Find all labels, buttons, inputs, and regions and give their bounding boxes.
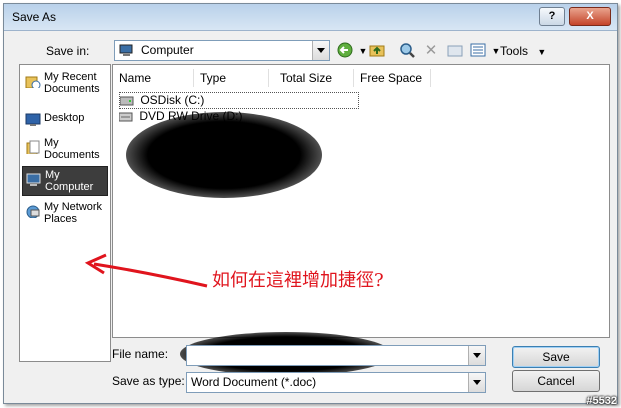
save-in-dropdown[interactable]: Computer xyxy=(114,40,330,61)
annotation-text: 如何在這裡增加捷徑? xyxy=(212,270,384,291)
delete-x-icon[interactable]: ✕ xyxy=(422,42,440,60)
file-row[interactable]: OSDisk (C:) xyxy=(119,92,359,109)
network-places-icon xyxy=(26,205,40,218)
save-as-type-label: Save as type: xyxy=(112,374,185,388)
help-button[interactable]: ? xyxy=(539,7,565,26)
place-my-documents[interactable]: My Documents xyxy=(22,135,106,163)
search-web-icon[interactable] xyxy=(398,42,416,60)
chevron-down-icon[interactable] xyxy=(468,346,485,365)
column-header-total-size[interactable]: Total Size xyxy=(274,69,354,87)
back-arrow-icon[interactable] xyxy=(336,42,354,60)
place-label: Desktop xyxy=(44,112,85,124)
folder-up-icon[interactable] xyxy=(368,42,386,60)
place-my-network-places[interactable]: My Network Places xyxy=(22,199,106,227)
file-name: OSDisk (C:) xyxy=(140,93,205,107)
save-button[interactable]: Save xyxy=(512,346,600,368)
column-header-name[interactable]: Name xyxy=(113,69,194,87)
computer-icon xyxy=(119,44,133,56)
cancel-button[interactable]: Cancel xyxy=(512,370,600,392)
watermark-label: #5532 xyxy=(586,395,617,407)
column-header-free-space[interactable]: Free Space xyxy=(354,69,431,87)
chevron-down-icon[interactable] xyxy=(312,41,329,60)
tools-label: Tools xyxy=(500,44,529,58)
my-computer-icon xyxy=(26,173,41,186)
place-label: My Documents xyxy=(44,137,100,161)
new-folder-icon[interactable] xyxy=(446,42,464,60)
file-list[interactable]: Name Type Total Size Free Space OSDisk (… xyxy=(112,64,610,338)
tools-menu[interactable]: Tools ▼ xyxy=(500,44,546,58)
column-header-type[interactable]: Type xyxy=(194,69,269,87)
file-name-label: File name: xyxy=(112,347,169,361)
my-documents-icon xyxy=(26,140,40,154)
place-label: My Recent Documents xyxy=(44,71,100,95)
save-as-type-value: Word Document (*.doc) xyxy=(191,375,317,389)
chevron-down-icon[interactable] xyxy=(468,373,485,392)
place-my-recent-documents[interactable]: My Recent Documents xyxy=(22,69,106,97)
place-label: My Computer xyxy=(45,169,94,193)
save-as-type-dropdown[interactable]: Word Document (*.doc) xyxy=(186,372,486,393)
redaction-scribble xyxy=(126,112,322,198)
dvd-drive-icon xyxy=(119,112,133,122)
close-button[interactable]: X xyxy=(569,7,611,26)
save-in-label: Save in: xyxy=(46,44,90,58)
views-icon[interactable] xyxy=(469,42,487,60)
window-title: Save As xyxy=(12,10,57,24)
place-desktop[interactable]: Desktop xyxy=(22,107,106,135)
tools-chevron-icon: ▼ xyxy=(537,47,547,57)
annotation-arrow-icon xyxy=(84,253,208,288)
places-bar: My Recent Documents Desktop My Documents… xyxy=(19,64,111,362)
save-as-dialog: Save As ? X Save in: Computer ▼ ✕ ▼ Tool… xyxy=(3,3,618,404)
place-my-computer[interactable]: My Computer xyxy=(22,166,108,196)
title-bar: Save As ? X xyxy=(4,4,617,31)
place-label: My Network Places xyxy=(44,201,103,225)
file-name-input[interactable] xyxy=(186,345,486,366)
desktop-icon xyxy=(25,113,41,126)
recent-documents-icon xyxy=(25,76,41,88)
save-in-value: Computer xyxy=(141,43,194,57)
hard-disk-icon xyxy=(120,96,134,106)
